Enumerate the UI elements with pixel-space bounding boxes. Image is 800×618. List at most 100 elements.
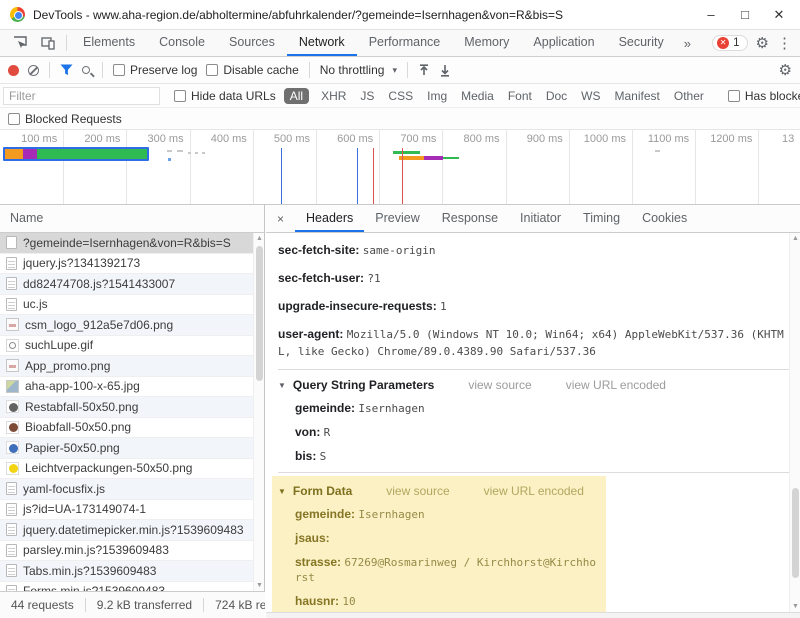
filter-chip-xhr[interactable]: XHR bbox=[315, 88, 352, 104]
request-name: suchLupe.gif bbox=[25, 338, 93, 352]
tab-network[interactable]: Network bbox=[287, 30, 357, 56]
filter-chip-other[interactable]: Other bbox=[668, 88, 710, 104]
tab-sources[interactable]: Sources bbox=[217, 30, 287, 56]
table-row[interactable]: csm_logo_912a5e7d06.png bbox=[0, 315, 253, 336]
filter-chip-doc[interactable]: Doc bbox=[540, 88, 573, 104]
filter-chip-media[interactable]: Media bbox=[455, 88, 500, 104]
device-toolbar-icon[interactable] bbox=[34, 30, 62, 56]
form-data-title[interactable]: ▼ Form Data bbox=[278, 484, 352, 498]
tab-security[interactable]: Security bbox=[607, 30, 676, 56]
details-tab-response[interactable]: Response bbox=[431, 205, 509, 232]
details-tab-headers[interactable]: Headers bbox=[295, 205, 364, 232]
filter-chip-all[interactable]: All bbox=[284, 88, 309, 104]
table-row[interactable]: suchLupe.gif bbox=[0, 336, 253, 357]
close-details-icon[interactable]: × bbox=[266, 205, 295, 232]
clear-button-icon[interactable] bbox=[28, 65, 39, 76]
window-title: DevTools - www.aha-region.de/abholtermin… bbox=[33, 8, 686, 22]
timeline-tick-label: 400 ms bbox=[187, 133, 247, 145]
kebab-menu-icon[interactable]: ⋮ bbox=[777, 36, 792, 51]
name-column-header[interactable]: Name bbox=[0, 205, 264, 233]
import-har-icon[interactable] bbox=[418, 64, 430, 77]
tab-memory[interactable]: Memory bbox=[452, 30, 521, 56]
details-horizontal-scrollbar[interactable] bbox=[266, 612, 800, 618]
details-tab-initiator[interactable]: Initiator bbox=[509, 205, 572, 232]
filter-chip-font[interactable]: Font bbox=[502, 88, 538, 104]
inspect-element-icon[interactable] bbox=[6, 30, 34, 56]
more-tabs-button[interactable]: » bbox=[676, 30, 699, 56]
table-row[interactable]: jquery.datetimepicker.min.js?1539609483 bbox=[0, 520, 253, 541]
details-scrollbar[interactable]: ▲ ▼ bbox=[789, 233, 800, 612]
table-row[interactable]: Restabfall-50x50.png bbox=[0, 397, 253, 418]
waterfall-mini-bar bbox=[424, 156, 443, 160]
filter-chip-img[interactable]: Img bbox=[421, 88, 453, 104]
table-row[interactable]: parsley.min.js?1539609483 bbox=[0, 541, 253, 562]
scroll-up-icon[interactable]: ▲ bbox=[254, 233, 265, 244]
table-row[interactable]: jquery.js?1341392173 bbox=[0, 254, 253, 275]
scrollbar-thumb[interactable] bbox=[256, 246, 263, 381]
divider bbox=[66, 35, 67, 51]
hide-data-urls-checkbox[interactable]: Hide data URLs bbox=[174, 89, 276, 103]
timeline-event-line bbox=[281, 148, 282, 204]
table-row[interactable]: uc.js bbox=[0, 295, 253, 316]
status-segment: 44 requests bbox=[0, 598, 85, 612]
tab-application[interactable]: Application bbox=[521, 30, 606, 56]
export-har-icon[interactable] bbox=[439, 64, 451, 77]
network-overview-timeline[interactable]: 100 ms200 ms300 ms400 ms500 ms600 ms700 … bbox=[0, 130, 800, 205]
preserve-log-checkbox[interactable]: Preserve log bbox=[113, 63, 197, 77]
status-segment: 724 kB resou bbox=[203, 598, 265, 612]
tab-console[interactable]: Console bbox=[147, 30, 217, 56]
view-source-link[interactable]: view source bbox=[386, 484, 449, 498]
details-tab-preview[interactable]: Preview bbox=[364, 205, 430, 232]
search-icon[interactable] bbox=[82, 66, 90, 74]
record-button-icon[interactable] bbox=[8, 65, 19, 76]
filter-chip-css[interactable]: CSS bbox=[382, 88, 419, 104]
table-row[interactable]: Tabs.min.js?1539609483 bbox=[0, 561, 253, 582]
view-url-encoded-link[interactable]: view URL encoded bbox=[484, 484, 584, 498]
minimize-button[interactable]: – bbox=[696, 7, 726, 23]
table-row[interactable]: App_promo.png bbox=[0, 356, 253, 377]
view-source-link[interactable]: view source bbox=[468, 378, 531, 392]
has-blocked-cookies-checkbox[interactable]: Has blocked cookies bbox=[728, 89, 800, 103]
table-row[interactable]: aha-app-100-x-65.jpg bbox=[0, 377, 253, 398]
tab-performance[interactable]: Performance bbox=[357, 30, 453, 56]
network-settings-gear-icon[interactable]: ⚙ bbox=[779, 63, 792, 78]
request-list: ?gemeinde=Isernhagen&von=R&bis=Sjquery.j… bbox=[0, 233, 253, 591]
table-row[interactable]: yaml-focusfix.js bbox=[0, 479, 253, 500]
scroll-up-icon[interactable]: ▲ bbox=[790, 233, 800, 244]
error-badge[interactable]: ✕ 1 bbox=[712, 35, 747, 51]
table-row[interactable]: Bioabfall-50x50.png bbox=[0, 418, 253, 439]
query-string-title[interactable]: ▼ Query String Parameters bbox=[278, 378, 434, 392]
tab-elements[interactable]: Elements bbox=[71, 30, 147, 56]
details-tab-cookies[interactable]: Cookies bbox=[631, 205, 698, 232]
table-row[interactable]: ?gemeinde=Isernhagen&von=R&bis=S bbox=[0, 233, 253, 254]
filter-chip-manifest[interactable]: Manifest bbox=[609, 88, 666, 104]
view-url-encoded-link[interactable]: view URL encoded bbox=[566, 378, 666, 392]
settings-gear-icon[interactable]: ⚙ bbox=[756, 36, 769, 51]
filter-chip-ws[interactable]: WS bbox=[575, 88, 606, 104]
header-key: user-agent: bbox=[278, 327, 347, 341]
details-tab-timing[interactable]: Timing bbox=[572, 205, 631, 232]
selected-request-waterfall-bar[interactable] bbox=[3, 147, 149, 161]
table-row[interactable]: dd82474708.js?1541433007 bbox=[0, 274, 253, 295]
window-titlebar: DevTools - www.aha-region.de/abholtermin… bbox=[0, 0, 800, 30]
table-row[interactable]: Papier-50x50.png bbox=[0, 438, 253, 459]
table-row[interactable]: Leichtverpackungen-50x50.png bbox=[0, 459, 253, 480]
requests-scrollbar[interactable]: ▲ ▼ bbox=[253, 233, 264, 591]
filter-funnel-icon[interactable] bbox=[60, 64, 73, 76]
timeline-tick-label: 600 ms bbox=[313, 133, 373, 145]
disable-cache-checkbox[interactable]: Disable cache bbox=[206, 63, 298, 77]
script-icon bbox=[6, 257, 17, 270]
throttling-select[interactable]: No throttling ▾ bbox=[320, 63, 397, 77]
scroll-down-icon[interactable]: ▼ bbox=[790, 601, 800, 612]
table-row[interactable]: js?id=UA-173149074-1 bbox=[0, 500, 253, 521]
scroll-down-icon[interactable]: ▼ bbox=[254, 580, 265, 591]
close-button[interactable]: ✕ bbox=[764, 7, 794, 23]
blocked-requests-checkbox[interactable]: Blocked Requests bbox=[8, 112, 122, 126]
scrollbar-thumb[interactable] bbox=[792, 488, 799, 578]
network-filter-bar: Hide data URLs All XHRJSCSSImgMediaFontDo… bbox=[0, 84, 800, 108]
filter-chip-js[interactable]: JS bbox=[354, 88, 380, 104]
header-value: 1 bbox=[440, 300, 447, 313]
filter-input[interactable] bbox=[3, 87, 160, 105]
table-row[interactable]: Forms.min.js?1539609483 bbox=[0, 582, 253, 592]
maximize-button[interactable]: □ bbox=[730, 7, 760, 23]
